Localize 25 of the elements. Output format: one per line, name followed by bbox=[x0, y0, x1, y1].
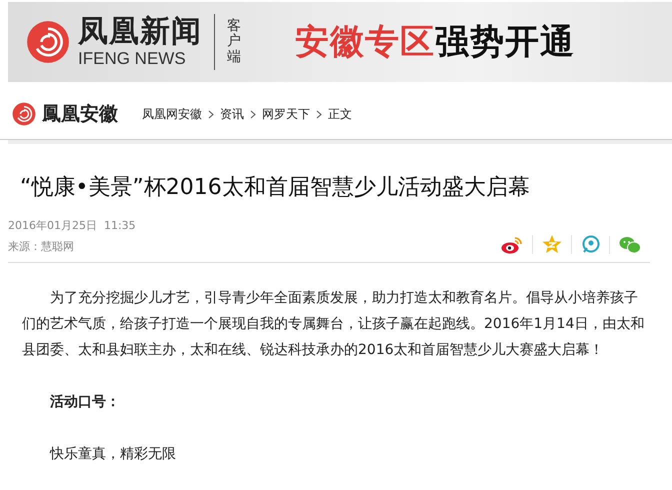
site-name: 鳳凰安徽 bbox=[42, 102, 118, 127]
breadcrumb-link[interactable]: 凤凰网安徽 bbox=[142, 106, 202, 122]
section-heading: 活动口号： bbox=[49, 393, 121, 412]
breadcrumb-link[interactable]: 网罗天下 bbox=[262, 106, 310, 122]
star-icon[interactable] bbox=[542, 235, 562, 254]
article-source: 来源：慧聪网 bbox=[8, 239, 75, 254]
eye-logo-icon[interactable] bbox=[501, 236, 523, 254]
speech-bubble-icon[interactable] bbox=[581, 235, 600, 254]
chat-bubbles-icon[interactable] bbox=[619, 236, 641, 254]
swirl-logo-icon bbox=[26, 20, 70, 64]
publish-date: 2016年01月25日 11:35 bbox=[8, 218, 136, 233]
chevron-right-icon bbox=[250, 110, 256, 118]
banner-slogan: 安徽专区强势开通 bbox=[295, 21, 575, 64]
chevron-right-icon bbox=[316, 110, 322, 118]
brand-name: 凤凰新闻 bbox=[78, 15, 202, 49]
breadcrumb-link[interactable]: 资讯 bbox=[220, 106, 244, 122]
client-label: 客户端 bbox=[227, 18, 241, 66]
article-title: “悦康•美景”杯2016太和首届智慧少儿活动盛大启幕 bbox=[20, 174, 531, 202]
brand-name-english: IFENG NEWS bbox=[78, 49, 186, 69]
breadcrumb-link[interactable]: 正文 bbox=[328, 106, 352, 122]
swirl-logo-icon bbox=[12, 102, 36, 126]
article-paragraph: 为了充分挖掘少儿才艺，引导青少年全面素质发展，助力打造太和教育名片。倡导从小培养孩子们的艺术气质，给孩子打造一个展现自我的专属舞台，让孩子赢在起跑线。2016年1月14日，由太和县团委、太和县妇联主办，太和在线、锐达科技承办的2016太和首届智慧少儿大赛盛大启幕！ bbox=[22, 289, 646, 360]
chevron-right-icon bbox=[208, 110, 214, 118]
article-paragraph: 快乐童真，精彩无限 bbox=[48, 445, 177, 464]
app-banner[interactable]: 凤凰新闻 IFENG NEWS 客户端 安徽专区强势开通 bbox=[8, 2, 672, 82]
